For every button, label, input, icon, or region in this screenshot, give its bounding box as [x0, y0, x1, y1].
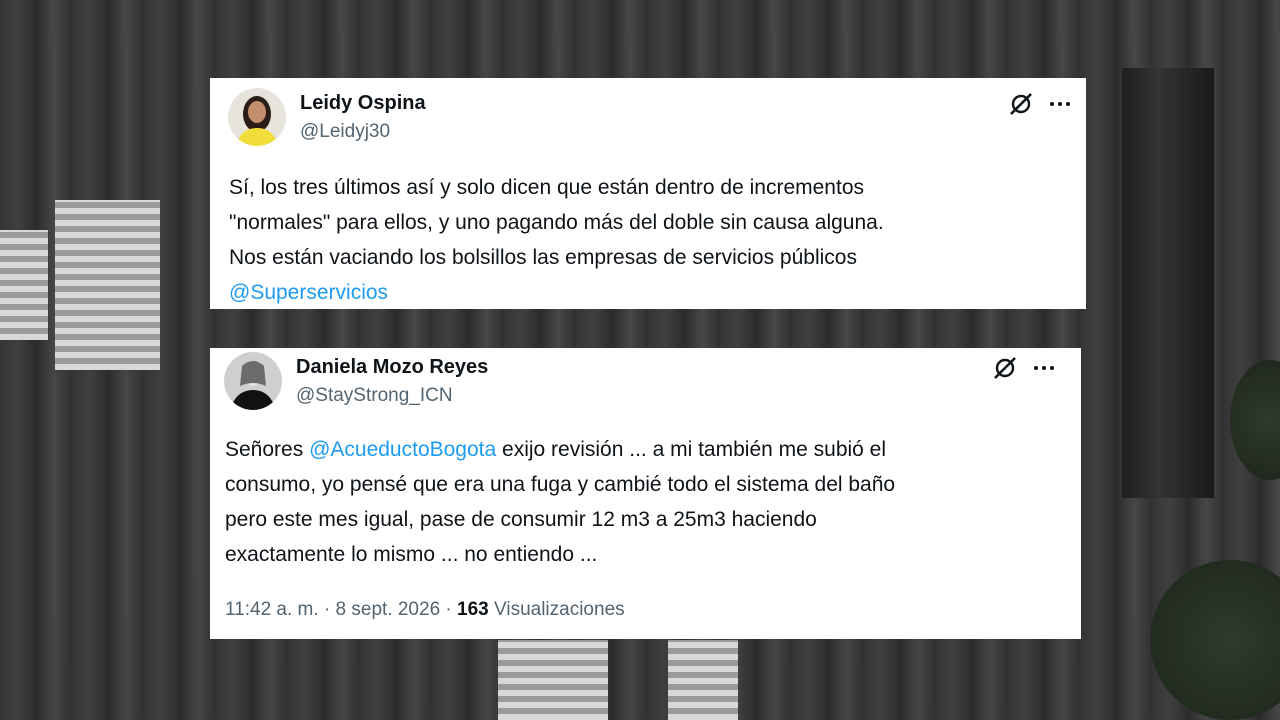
tweet-meta: 11:42 a. m. · 8 sept. 2026 · 163 Visuali… — [225, 599, 625, 621]
separator: · — [323, 599, 331, 620]
author-handle[interactable]: @StayStrong_ICN — [296, 385, 453, 407]
avatar[interactable] — [228, 88, 286, 146]
background-building — [55, 200, 160, 370]
tweet-card[interactable]: Leidy Ospina @Leidyj30 Sí, los tres últi… — [210, 78, 1086, 309]
views-label: Visualizaciones — [494, 599, 625, 620]
tweet-time[interactable]: 11:42 a. m. — [225, 599, 319, 620]
background-tower — [1122, 68, 1214, 498]
tweet-text: Sí, los tres últimos así y solo dicen qu… — [229, 176, 884, 304]
background-building — [668, 640, 738, 720]
mention-link[interactable]: @AcueductoBogota — [309, 438, 496, 461]
separator: · — [445, 599, 452, 620]
grok-icon[interactable] — [992, 355, 1018, 381]
background-building — [0, 230, 48, 340]
avatar-woman-yellow-top — [228, 88, 286, 146]
views-count: 163 — [457, 599, 489, 620]
grok-icon[interactable] — [1008, 91, 1034, 117]
author-name[interactable]: Leidy Ospina — [300, 92, 426, 115]
background-building — [498, 640, 608, 720]
tweet-date[interactable]: 8 sept. 2026 — [336, 599, 441, 620]
tweet-card[interactable]: Daniela Mozo Reyes @StayStrong_ICN Señor… — [210, 348, 1081, 639]
avatar[interactable] — [224, 352, 282, 410]
avatar-woman-bw — [224, 352, 282, 410]
author-handle[interactable]: @Leidyj30 — [300, 121, 390, 143]
more-icon[interactable] — [1047, 91, 1073, 117]
mention-link[interactable]: @Superservicios — [229, 281, 388, 304]
author-name[interactable]: Daniela Mozo Reyes — [296, 356, 488, 379]
more-icon[interactable] — [1031, 355, 1057, 381]
tweet-text: Señores @AcueductoBogota exijo revisión … — [225, 438, 896, 566]
